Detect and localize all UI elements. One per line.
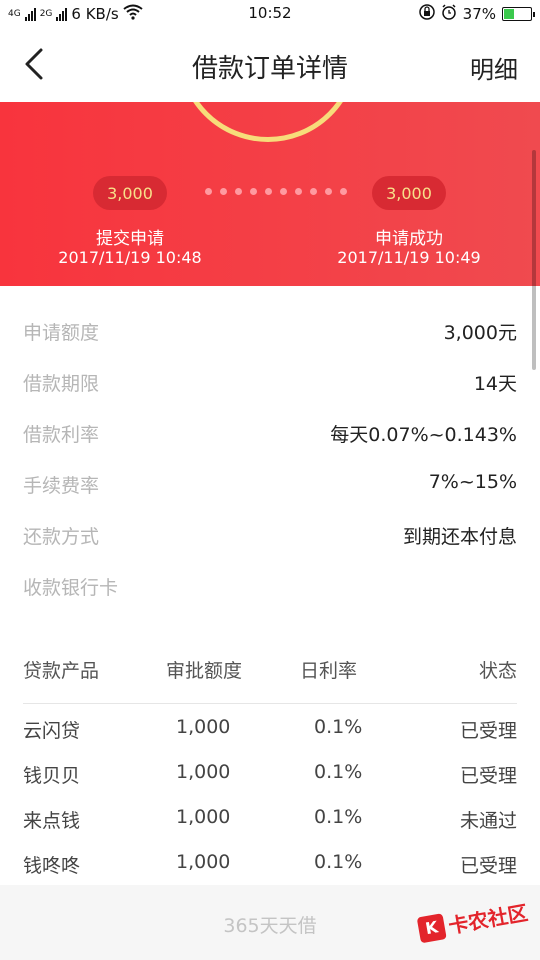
- status-bar: 4G 2G 6 KB/s 10:52 37%: [0, 0, 540, 28]
- info-value: 7%~15%: [428, 471, 517, 493]
- info-row-amount: 申请额度 3,000元: [0, 306, 540, 357]
- column-header: 贷款产品: [23, 660, 100, 682]
- daily-rate: 0.1%: [314, 806, 363, 828]
- step-1-time: 2017/11/19 10:48: [58, 248, 202, 267]
- info-value: 3,000元: [443, 322, 517, 344]
- battery-percent: 37%: [462, 5, 496, 23]
- info-label: 借款利率: [23, 424, 100, 446]
- status-right: 37%: [418, 4, 535, 24]
- table-row[interactable]: 云闪贷 1,000 0.1% 已受理: [0, 710, 540, 755]
- product-name: 云闪贷: [23, 720, 81, 742]
- divider: [23, 703, 517, 704]
- page-title: 借款订单详情: [191, 54, 348, 84]
- column-header: 日利率: [300, 660, 358, 682]
- step-1-amount: 3,000: [93, 176, 167, 210]
- approved-amount: 1,000: [176, 806, 231, 828]
- product-name: 钱贝贝: [23, 765, 81, 787]
- lock-icon: [418, 4, 435, 24]
- approved-amount: 1,000: [176, 716, 231, 738]
- alarm-icon: [441, 4, 457, 24]
- status-text: 未通过: [459, 810, 517, 832]
- step-2-time: 2017/11/19 10:49: [337, 248, 481, 267]
- approved-amount: 1,000: [176, 761, 231, 783]
- product-name: 钱咚咚: [23, 855, 81, 877]
- watermark-logo-icon: K: [416, 912, 447, 943]
- battery-icon: [502, 7, 535, 21]
- daily-rate: 0.1%: [314, 716, 363, 738]
- battery-fill: [504, 9, 514, 19]
- step-2-label: 申请成功: [375, 229, 443, 249]
- daily-rate: 0.1%: [314, 851, 363, 873]
- info-label: 借款期限: [23, 373, 100, 395]
- info-row-bank-card: 收款银行卡: [0, 561, 540, 612]
- info-row-fee: 手续费率 7%~15%: [0, 459, 540, 510]
- status-text: 已受理: [459, 720, 517, 742]
- step-2-amount: 3,000: [372, 176, 446, 210]
- info-label: 还款方式: [23, 526, 100, 548]
- info-row-repayment: 还款方式 到期还本付息: [0, 510, 540, 561]
- info-label: 手续费率: [23, 475, 100, 497]
- app-header: 借款订单详情 明细: [0, 28, 540, 102]
- status-text: 已受理: [459, 765, 517, 787]
- status-text: 已受理: [459, 855, 517, 877]
- info-label: 收款银行卡: [23, 577, 119, 599]
- progress-dots: [205, 188, 347, 195]
- column-header: 审批额度: [166, 660, 243, 682]
- loan-product-table: 云闪贷 1,000 0.1% 已受理 钱贝贝 1,000 0.1% 已受理 来点…: [0, 710, 540, 890]
- table-header: 贷款产品 审批额度 日利率 状态: [0, 650, 540, 686]
- daily-rate: 0.1%: [314, 761, 363, 783]
- loan-progress-banner: 3,000 3,000 提交申请 2017/11/19 10:48 申请成功 2…: [0, 102, 540, 286]
- info-value: 到期还本付息: [402, 526, 517, 548]
- loan-info-list: 申请额度 3,000元 借款期限 14天 借款利率 每天0.07%~0.143%…: [0, 306, 540, 612]
- table-row[interactable]: 来点钱 1,000 0.1% 未通过: [0, 800, 540, 845]
- step-1-label: 提交申请: [96, 229, 164, 249]
- column-header: 状态: [478, 660, 517, 682]
- approved-amount: 1,000: [176, 851, 231, 873]
- info-row-term: 借款期限 14天: [0, 357, 540, 408]
- info-label: 申请额度: [23, 322, 100, 344]
- detail-button[interactable]: 明细: [470, 50, 518, 85]
- table-row[interactable]: 钱咚咚 1,000 0.1% 已受理: [0, 845, 540, 890]
- product-name: 来点钱: [23, 810, 81, 832]
- info-row-rate: 借款利率 每天0.07%~0.143%: [0, 408, 540, 459]
- info-value: 14天: [473, 373, 517, 395]
- progress-arc: [178, 102, 358, 142]
- info-value: 每天0.07%~0.143%: [330, 424, 517, 446]
- scrollbar[interactable]: [532, 150, 536, 370]
- table-row[interactable]: 钱贝贝 1,000 0.1% 已受理: [0, 755, 540, 800]
